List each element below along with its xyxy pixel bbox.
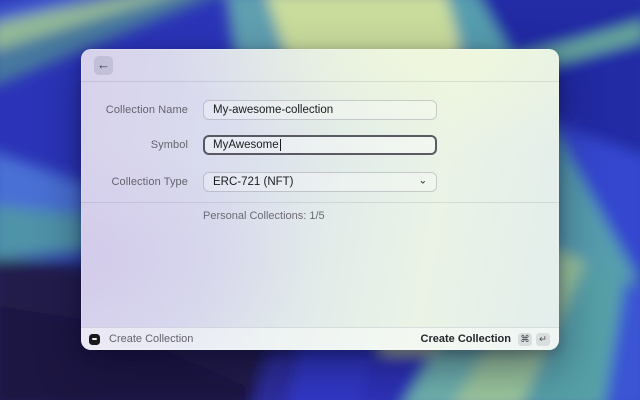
command-info: Create Collection bbox=[89, 333, 193, 345]
section-divider bbox=[81, 202, 559, 203]
action-bar: Create Collection Create Collection ⌘ ↵ bbox=[81, 327, 559, 350]
form-row-symbol: Symbol MyAwesome bbox=[81, 135, 559, 155]
cmd-key-icon: ⌘ bbox=[518, 333, 532, 346]
enter-key-icon: ↵ bbox=[536, 333, 550, 346]
collections-count-text: Personal Collections: 1/5 bbox=[203, 209, 559, 223]
form-row-collection-name: Collection Name My-awesome-collection bbox=[81, 100, 559, 120]
collection-type-label: Collection Type bbox=[81, 172, 188, 192]
symbol-label: Symbol bbox=[81, 135, 188, 155]
chevron-down-icon: ⌄ bbox=[419, 176, 427, 187]
collection-type-dropdown[interactable]: ERC-721 (NFT) ⌄ bbox=[203, 172, 437, 192]
form-area: Collection Name My-awesome-collection Sy… bbox=[81, 82, 559, 327]
symbol-value: MyAwesome bbox=[213, 139, 279, 151]
form-row-collection-type: Collection Type ERC-721 (NFT) ⌄ bbox=[81, 172, 559, 192]
extension-icon bbox=[89, 334, 100, 345]
primary-action-label: Create Collection bbox=[421, 333, 511, 345]
create-collection-window: ← Collection Name My-awesome-collection … bbox=[81, 49, 559, 350]
collection-name-label: Collection Name bbox=[81, 100, 188, 120]
collection-name-input[interactable]: My-awesome-collection bbox=[203, 100, 437, 120]
back-arrow-icon: ← bbox=[97, 56, 110, 74]
text-caret bbox=[280, 139, 282, 151]
window-header: ← bbox=[81, 49, 559, 82]
dash-glyph bbox=[92, 338, 97, 340]
collection-type-value: ERC-721 (NFT) bbox=[213, 176, 294, 188]
primary-action-button[interactable]: Create Collection ⌘ ↵ bbox=[421, 333, 550, 346]
symbol-input[interactable]: MyAwesome bbox=[203, 135, 437, 155]
command-title: Create Collection bbox=[109, 333, 193, 345]
collection-name-value: My-awesome-collection bbox=[213, 104, 333, 116]
back-button[interactable]: ← bbox=[94, 56, 113, 75]
